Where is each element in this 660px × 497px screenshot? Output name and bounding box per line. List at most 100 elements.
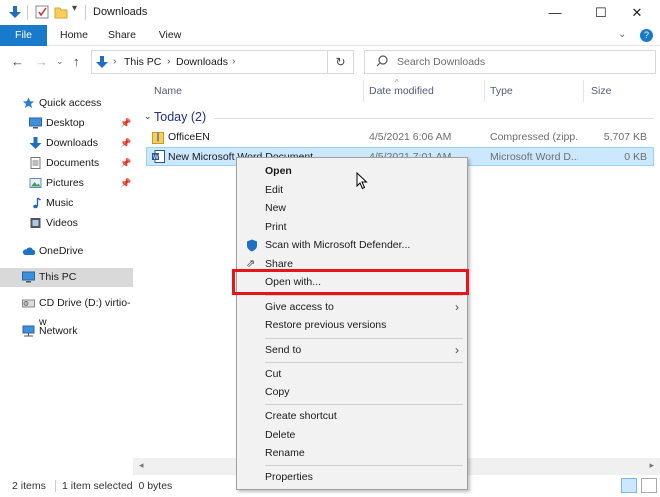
shield-icon (247, 239, 257, 252)
details-view-button[interactable] (621, 478, 637, 493)
breadcrumb-downloads[interactable]: Downloads (176, 56, 228, 68)
desktop-icon (29, 117, 42, 129)
tab-home[interactable]: Home (54, 25, 94, 46)
tab-view[interactable]: View (150, 25, 190, 46)
search-placeholder: Search Downloads (397, 56, 486, 68)
menu-separator (265, 465, 463, 466)
search-input[interactable]: Search Downloads (364, 50, 656, 74)
sidebar-item-label: This PC (39, 271, 77, 283)
menu-item-label: Scan with Microsoft Defender... (265, 239, 411, 251)
file-type: Compressed (zipp... (490, 131, 578, 143)
menu-item-properties[interactable]: Properties (239, 468, 465, 486)
pictures-icon (29, 178, 42, 188)
column-header-name[interactable]: Name (154, 85, 182, 97)
table-row[interactable]: OfficeEN 4/5/2021 6:06 AM Compressed (zi… (146, 128, 654, 147)
menu-item-delete[interactable]: Delete (239, 426, 465, 444)
item-count: 2 items (12, 480, 46, 492)
menu-item-open[interactable]: Open (239, 162, 465, 180)
group-header[interactable]: Today (2) (154, 110, 206, 124)
menu-item-cut[interactable]: Cut (239, 365, 465, 383)
column-divider[interactable] (363, 80, 364, 102)
zip-folder-icon (152, 132, 164, 144)
customize-quick-access-icon[interactable]: ▾ (72, 3, 77, 14)
sidebar-item-network[interactable]: Network (0, 322, 133, 341)
file-size: 0 KB (624, 151, 647, 163)
sidebar-item-downloads[interactable]: Downloads 📌 (0, 134, 133, 153)
menu-item-scan-defender[interactable]: Scan with Microsoft Defender... (239, 236, 465, 254)
star-icon (22, 97, 35, 108)
menu-item-give-access[interactable]: Give access to › (239, 298, 465, 316)
new-folder-icon[interactable] (54, 5, 68, 22)
menu-item-create-shortcut[interactable]: Create shortcut (239, 407, 465, 425)
large-icons-view-button[interactable] (641, 478, 657, 493)
context-menu: Open Edit New Print Scan with Microsoft … (236, 157, 468, 490)
scroll-left-icon[interactable]: ◂ (139, 460, 144, 471)
sidebar-item-music[interactable]: Music (0, 194, 133, 213)
sidebar-item-label: Downloads (46, 137, 98, 149)
menu-item-copy[interactable]: Copy (239, 383, 465, 401)
pin-icon: 📌 (120, 178, 132, 188)
mouse-cursor-icon (356, 172, 368, 190)
videos-icon (30, 218, 41, 228)
column-header-size[interactable]: Size (591, 85, 611, 97)
selection-info: 1 item selected 0 bytes (62, 480, 173, 492)
documents-icon (30, 157, 41, 169)
chevron-right-icon[interactable]: › (232, 55, 236, 67)
menu-item-rename[interactable]: Rename (239, 444, 465, 462)
svg-text:W: W (153, 155, 159, 161)
pin-icon: 📌 (120, 138, 132, 148)
back-arrow-icon[interactable]: ← (11, 54, 24, 69)
chevron-down-icon[interactable]: ⌄ (144, 111, 152, 122)
menu-item-label: Rename (265, 447, 305, 459)
pin-icon: 📌 (120, 118, 132, 128)
down-arrow-icon[interactable] (8, 5, 22, 22)
menu-item-label: Copy (265, 386, 290, 398)
sidebar-item-documents[interactable]: Documents 📌 (0, 154, 133, 173)
up-arrow-icon[interactable]: ↑ (73, 54, 80, 69)
menu-item-print[interactable]: Print (239, 218, 465, 236)
music-icon (33, 197, 41, 209)
status-divider (55, 480, 56, 492)
sidebar-item-cd-drive[interactable]: CD Drive (D:) virtio-w (0, 294, 133, 328)
menu-item-label: Open (265, 165, 292, 177)
menu-item-label: Give access to (265, 301, 334, 313)
column-divider[interactable] (484, 80, 485, 102)
sidebar-item-videos[interactable]: Videos (0, 214, 133, 233)
properties-icon[interactable] (35, 5, 49, 22)
chevron-right-icon[interactable]: › (167, 55, 171, 67)
scroll-right-icon[interactable]: ▸ (649, 460, 654, 471)
tab-share[interactable]: Share (102, 25, 142, 46)
menu-item-edit[interactable]: Edit (239, 181, 465, 199)
menu-item-send-to[interactable]: Send to › (239, 341, 465, 359)
pin-icon: 📌 (120, 158, 132, 168)
forward-arrow-icon[interactable]: → (35, 54, 48, 69)
column-header-date-modified[interactable]: Date modified (369, 85, 434, 97)
tab-file[interactable]: File (0, 25, 47, 46)
help-icon[interactable]: ? (640, 29, 653, 42)
search-icon (376, 55, 388, 70)
menu-item-restore-versions[interactable]: Restore previous versions (239, 316, 465, 334)
column-header-type[interactable]: Type (490, 85, 513, 97)
address-bar[interactable]: › This PC › Downloads › ⌄ ↻ (91, 50, 410, 74)
chevron-right-icon[interactable]: › (113, 55, 117, 67)
minimize-button[interactable]: — (532, 0, 578, 25)
sidebar-item-onedrive[interactable]: OneDrive (0, 242, 133, 261)
menu-item-new[interactable]: New (239, 199, 465, 217)
menu-item-label: Edit (265, 184, 284, 196)
sidebar-item-label: Desktop (46, 117, 85, 129)
close-button[interactable]: ✕ (614, 0, 660, 25)
breadcrumb-this-pc[interactable]: This PC (124, 56, 161, 68)
sidebar-item-this-pc[interactable]: This PC (0, 268, 133, 287)
recent-locations-icon[interactable]: ⌄ (56, 56, 64, 67)
highlight-box (232, 269, 469, 295)
sidebar-item-desktop[interactable]: Desktop 📌 (0, 114, 133, 133)
expand-ribbon-icon[interactable]: ⌄ (618, 29, 626, 40)
sidebar-item-quick-access[interactable]: Quick access (0, 94, 133, 113)
refresh-button[interactable]: ↻ (327, 51, 353, 73)
menu-item-label: Create shortcut (265, 410, 337, 422)
sidebar-item-label: Quick access (39, 97, 102, 109)
navigation-bar: ← → ⌄ ↑ › This PC › Downloads › ⌄ ↻ Sear… (0, 46, 660, 79)
menu-separator (265, 295, 463, 296)
sidebar-item-pictures[interactable]: Pictures 📌 (0, 174, 133, 193)
column-divider[interactable] (583, 80, 584, 102)
